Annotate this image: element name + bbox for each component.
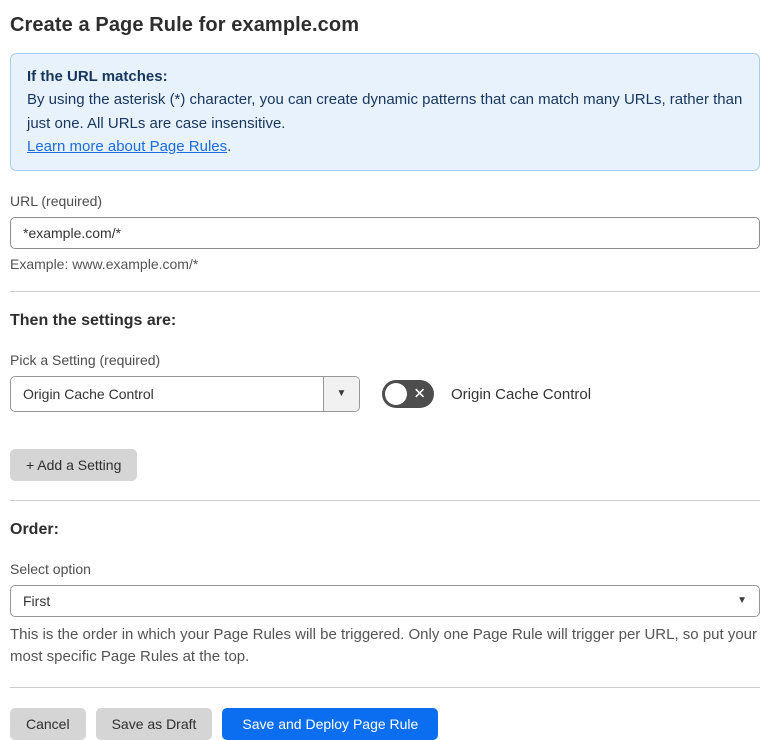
info-box-body: By using the asterisk (*) character, you… <box>27 91 743 132</box>
order-select[interactable]: First ▼ <box>10 585 760 617</box>
url-input[interactable] <box>10 217 760 249</box>
form-footer: Cancel Save as Draft Save and Deploy Pag… <box>10 707 760 740</box>
order-select-label: Select option <box>10 561 91 577</box>
link-period: . <box>227 137 232 155</box>
settings-section-heading: Then the settings are: <box>10 312 177 329</box>
url-match-info-box: If the URL matches: By using the asteris… <box>10 53 760 171</box>
setting-row: Origin Cache Control ▼ ✕ Origin Cache Co… <box>10 376 760 412</box>
toggle-label: Origin Cache Control <box>451 385 592 403</box>
toggle-knob <box>385 383 407 405</box>
page-title: Create a Page Rule for example.com <box>10 14 360 36</box>
info-box-heading: If the URL matches: <box>27 68 168 85</box>
url-example-hint: Example: www.example.com/* <box>10 256 199 272</box>
cancel-button[interactable]: Cancel <box>10 707 86 740</box>
url-field-label: URL (required) <box>10 193 103 209</box>
add-setting-button[interactable]: + Add a Setting <box>10 449 138 481</box>
toggle-off-x-icon: ✕ <box>413 385 426 403</box>
save-and-deploy-button[interactable]: Save and Deploy Page Rule <box>222 707 439 740</box>
setting-select-caret-button[interactable]: ▼ <box>323 377 359 411</box>
page-rule-form: Create a Page Rule for example.com If th… <box>0 0 770 740</box>
chevron-down-icon: ▼ <box>737 595 747 606</box>
divider <box>10 291 760 292</box>
order-select-value: First <box>23 593 51 609</box>
setting-select-value: Origin Cache Control <box>23 386 154 402</box>
setting-picker-label: Pick a Setting (required) <box>10 352 161 368</box>
divider <box>10 500 760 501</box>
divider <box>10 686 760 688</box>
save-as-draft-button[interactable]: Save as Draft <box>95 707 213 740</box>
chevron-down-icon: ▼ <box>336 388 347 399</box>
setting-select[interactable]: Origin Cache Control ▼ <box>10 376 360 412</box>
origin-cache-control-toggle[interactable]: ✕ <box>382 380 434 408</box>
learn-more-link[interactable]: Learn more about Page Rules <box>27 138 227 155</box>
order-help-text: This is the order in which your Page Rul… <box>10 626 758 665</box>
order-section-heading: Order: <box>10 521 59 538</box>
info-box-link-line: Learn more about Page Rules. <box>27 135 743 158</box>
